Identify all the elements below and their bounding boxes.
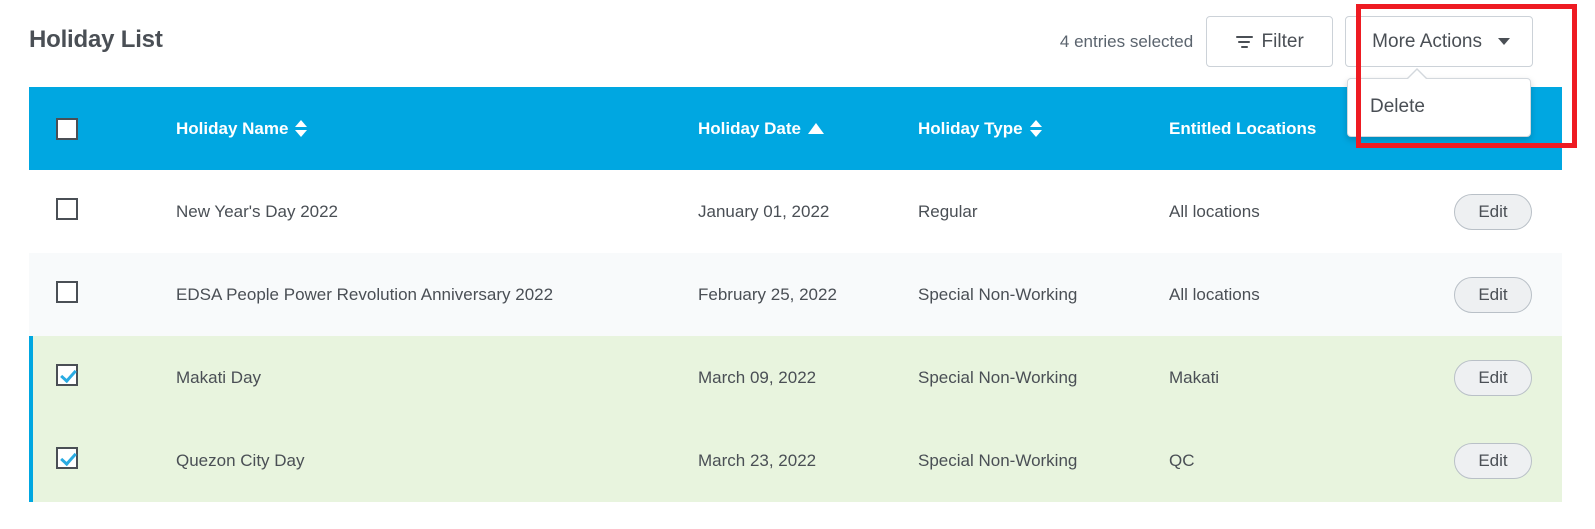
cell-holiday-date: March 23, 2022 <box>698 450 817 470</box>
table-header-row: Holiday Name Holiday Date Holiday Type E… <box>29 87 1562 170</box>
cell-holiday-name: EDSA People Power Revolution Anniversary… <box>176 284 554 304</box>
cell-holiday-name: Quezon City Day <box>176 450 305 470</box>
holiday-table: Holiday Name Holiday Date Holiday Type E… <box>29 87 1562 502</box>
cell-entitled-locations: All locations <box>1169 201 1260 221</box>
table-row[interactable]: Quezon City Day March 23, 2022 Special N… <box>29 419 1562 502</box>
sort-both-icon[interactable] <box>1029 120 1042 137</box>
edit-button[interactable]: Edit <box>1454 276 1532 313</box>
column-header-entitled-locations-label: Entitled Locations <box>1169 118 1317 138</box>
row-select-cell <box>29 198 176 225</box>
cell-entitled-locations: All locations <box>1169 284 1260 304</box>
table-row[interactable]: Makati Day March 09, 2022 Special Non-Wo… <box>29 336 1562 419</box>
column-header-holiday-name[interactable]: Holiday Name <box>176 119 698 139</box>
more-actions-button[interactable]: More Actions <box>1345 16 1533 67</box>
column-header-holiday-type[interactable]: Holiday Type <box>918 119 1169 139</box>
edit-button[interactable]: Edit <box>1454 193 1532 230</box>
cell-holiday-date: March 09, 2022 <box>698 367 817 387</box>
row-select-cell <box>29 447 176 474</box>
cell-holiday-type: Special Non-Working <box>918 367 1078 387</box>
cell-actions: Edit <box>1424 193 1562 230</box>
sort-ascending-icon[interactable] <box>807 123 824 134</box>
cell-holiday-name: Makati Day <box>176 367 262 387</box>
cell-holiday-name: New Year's Day 2022 <box>176 201 339 221</box>
row-checkbox[interactable] <box>56 281 78 303</box>
cell-entitled-locations: Makati <box>1169 367 1220 387</box>
cell-actions: Edit <box>1424 359 1562 396</box>
entries-selected-label: 4 entries selected <box>1059 31 1194 51</box>
column-header-holiday-type-label: Holiday Type <box>918 118 1023 138</box>
more-actions-label: More Actions <box>1372 30 1482 52</box>
table-row[interactable]: New Year's Day 2022 January 01, 2022 Reg… <box>29 170 1562 253</box>
edit-button[interactable]: Edit <box>1454 442 1532 479</box>
more-actions-dropdown: Delete <box>1347 68 1531 137</box>
table-row[interactable]: EDSA People Power Revolution Anniversary… <box>29 253 1562 336</box>
page-title: Holiday List <box>29 26 163 53</box>
filter-button-label: Filter <box>1261 30 1304 52</box>
row-checkbox[interactable] <box>56 447 78 469</box>
filter-button[interactable]: Filter <box>1206 16 1334 67</box>
cell-actions: Edit <box>1424 276 1562 313</box>
page-header: Holiday List 4 entries selected Filter M… <box>0 0 1595 87</box>
holiday-list-page: Holiday List 4 entries selected Filter M… <box>0 0 1595 529</box>
header-toolbar: 4 entries selected Filter More Actions <box>1060 16 1533 67</box>
dropdown-caret-inner-icon <box>1407 70 1427 80</box>
cell-holiday-type: Special Non-Working <box>918 284 1078 304</box>
column-header-holiday-date[interactable]: Holiday Date <box>698 119 918 139</box>
header-select-all-cell <box>29 117 176 140</box>
cell-holiday-date: January 01, 2022 <box>698 201 830 221</box>
cell-holiday-type: Special Non-Working <box>918 450 1078 470</box>
filter-icon <box>1235 35 1253 48</box>
cell-holiday-date: February 25, 2022 <box>698 284 837 304</box>
column-header-holiday-name-label: Holiday Name <box>176 118 289 138</box>
edit-button[interactable]: Edit <box>1454 359 1532 396</box>
row-checkbox[interactable] <box>56 364 78 386</box>
row-select-cell <box>29 281 176 308</box>
cell-holiday-type: Regular <box>918 201 978 221</box>
row-checkbox[interactable] <box>56 198 78 220</box>
dropdown-item-delete[interactable]: Delete <box>1348 79 1530 136</box>
select-all-checkbox[interactable] <box>56 117 78 140</box>
cell-actions: Edit <box>1424 442 1562 479</box>
row-select-cell <box>29 364 176 391</box>
cell-entitled-locations: QC <box>1169 450 1195 470</box>
sort-both-icon[interactable] <box>295 120 308 137</box>
column-header-holiday-date-label: Holiday Date <box>698 118 801 138</box>
chevron-down-icon <box>1498 38 1510 45</box>
